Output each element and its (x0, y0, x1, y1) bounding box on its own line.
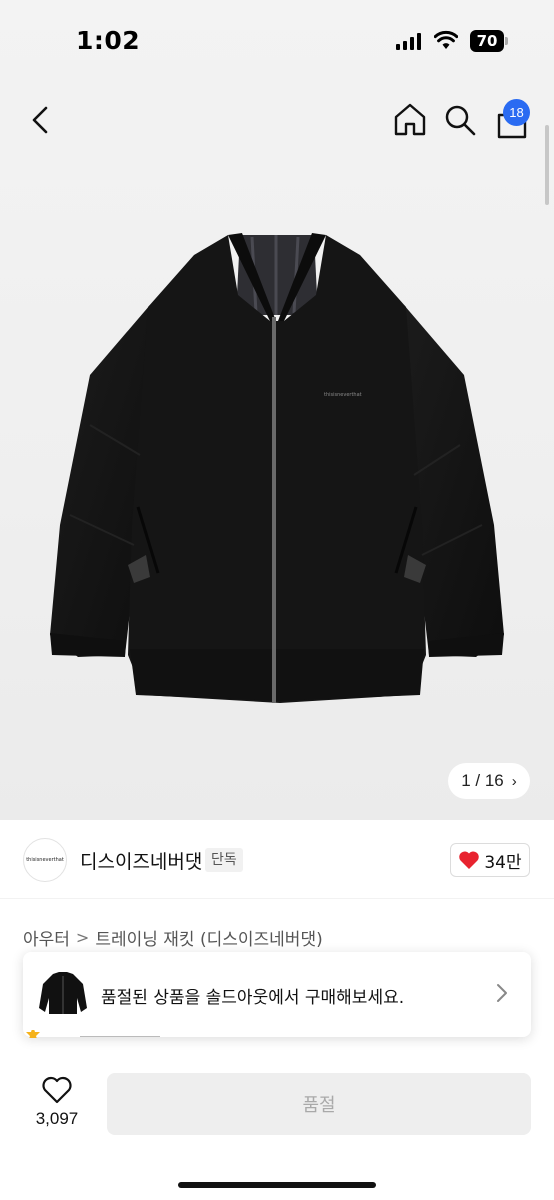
scrollbar (545, 125, 549, 205)
chevron-right-icon: › (511, 772, 517, 790)
soldout-promo-banner[interactable]: 품절된 상품을 솔드아웃에서 구매해보세요. (23, 952, 531, 1037)
cart-count-badge: 18 (503, 99, 530, 126)
soldout-button[interactable]: 품절 (107, 1073, 531, 1135)
brand-logo-text: thisisneverthat (26, 857, 64, 863)
wifi-icon (434, 30, 458, 49)
brand-logo[interactable]: thisisneverthat (23, 838, 67, 882)
breadcrumb: 아우터 > 트레이닝 재킷 (디스이즈네버댓) (23, 925, 323, 950)
brand-like-button[interactable]: 34만 (450, 843, 530, 877)
battery-level: 70 (470, 30, 504, 52)
search-icon[interactable] (443, 102, 477, 138)
image-position: 1 / 16 (461, 771, 504, 790)
back-chevron-icon[interactable] (24, 100, 58, 140)
banner-text: 품절된 상품을 솔드아웃에서 구매해보세요. (101, 988, 405, 1008)
rating-star-icon (26, 1030, 40, 1038)
heart-outline-icon[interactable] (41, 1076, 73, 1104)
product-image-gallery[interactable]: 1:02 70 18 thisisneverthat 1 / 16 › (0, 0, 554, 820)
banner-product-thumbnail (39, 972, 87, 1014)
review-link-underline (80, 1036, 160, 1037)
section-divider (0, 898, 554, 899)
jacket-chest-logo: thisisneverthat (324, 392, 362, 398)
battery-icon: 70 (470, 30, 508, 52)
brand-like-count: 34만 (484, 852, 522, 873)
home-icon[interactable] (392, 100, 428, 140)
exclusive-badge: 단독 (205, 848, 243, 872)
signal-icon (396, 32, 421, 50)
breadcrumb-separator: > (75, 928, 90, 947)
image-pager[interactable]: 1 / 16 › (448, 763, 530, 799)
breadcrumb-product[interactable]: 트레이닝 재킷 (디스이즈네버댓) (95, 925, 322, 950)
brand-name[interactable]: 디스이즈네버댓 (80, 847, 202, 874)
breadcrumb-category[interactable]: 아우터 (23, 925, 70, 950)
heart-filled-icon (459, 851, 480, 869)
home-indicator[interactable] (178, 1182, 376, 1188)
chevron-right-icon (497, 984, 507, 1002)
jacket-product-image: thisisneverthat (50, 233, 504, 703)
wish-count: 3,097 (35, 1109, 79, 1128)
status-time: 1:02 (76, 26, 141, 55)
